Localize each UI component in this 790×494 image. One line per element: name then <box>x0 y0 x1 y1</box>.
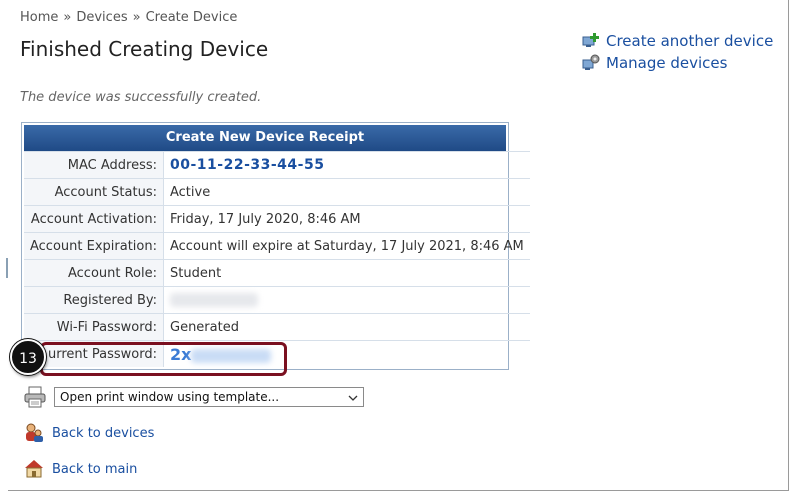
back-to-main-link[interactable]: Back to main <box>52 462 137 477</box>
device-receipt: Create New Device Receipt MAC Address: 0… <box>21 122 530 370</box>
mac-address-value: 00-11-22-33-44-55 <box>170 157 325 173</box>
print-row: Open print window using template... <box>24 386 364 408</box>
password-highlight-box <box>40 342 287 376</box>
back-to-devices-link[interactable]: Back to devices <box>52 426 154 441</box>
table-row: Wi-Fi Password: Generated <box>24 313 530 341</box>
table-row: Account Status: Active <box>24 178 530 206</box>
back-to-devices-row[interactable]: Back to devices <box>24 423 154 443</box>
back-to-main-row[interactable]: Back to main <box>24 459 137 479</box>
account-activation-value: Friday, 17 July 2020, 8:46 AM <box>163 205 530 233</box>
breadcrumb-separator: » <box>63 10 72 25</box>
table-row: Registered By: <box>24 286 530 314</box>
wifi-password-value: Generated <box>163 313 530 341</box>
chevron-down-icon <box>348 390 358 404</box>
breadcrumb-home[interactable]: Home <box>20 10 58 25</box>
window-edge-marker <box>6 258 8 278</box>
add-device-icon <box>582 32 600 50</box>
account-expiration-label: Account Expiration: <box>24 232 164 260</box>
print-template-selected: Open print window using template... <box>60 390 280 404</box>
action-links: Create another device Manage devices <box>582 30 773 74</box>
receipt-table: MAC Address: 00-11-22-33-44-55 Account S… <box>24 151 530 367</box>
table-row: Account Expiration: Account will expire … <box>24 232 530 260</box>
wifi-password-label: Wi-Fi Password: <box>24 313 164 341</box>
step-callout-badge: 13 <box>10 339 46 375</box>
registered-by-redacted <box>170 293 258 307</box>
account-activation-label: Account Activation: <box>24 205 164 233</box>
registered-by-label: Registered By: <box>24 286 164 314</box>
receipt-title: Create New Device Receipt <box>24 125 506 151</box>
mac-address-label: MAC Address: <box>24 151 164 179</box>
table-row: MAC Address: 00-11-22-33-44-55 <box>24 151 530 179</box>
account-role-label: Account Role: <box>24 259 164 287</box>
table-row: Account Activation: Friday, 17 July 2020… <box>24 205 530 233</box>
print-template-select[interactable]: Open print window using template... <box>54 387 364 407</box>
table-row: Account Role: Student <box>24 259 530 287</box>
manage-devices-icon <box>582 54 600 72</box>
account-expiration-value: Account will expire at Saturday, 17 July… <box>163 232 530 260</box>
breadcrumb: Home » Devices » Create Device <box>20 10 237 25</box>
page-title: Finished Creating Device <box>20 37 269 61</box>
manage-devices-row[interactable]: Manage devices <box>582 52 773 74</box>
create-another-device-row[interactable]: Create another device <box>582 30 773 52</box>
users-icon <box>24 423 44 443</box>
account-role-value: Student <box>163 259 530 287</box>
create-another-device-link[interactable]: Create another device <box>606 32 773 50</box>
account-status-label: Account Status: <box>24 178 164 206</box>
breadcrumb-current: Create Device <box>145 10 238 25</box>
breadcrumb-devices[interactable]: Devices <box>76 10 127 25</box>
printer-icon <box>24 386 46 408</box>
manage-devices-link[interactable]: Manage devices <box>606 54 727 72</box>
account-status-value: Active <box>163 178 530 206</box>
success-message: The device was successfully created. <box>20 90 262 105</box>
breadcrumb-separator: » <box>132 10 141 25</box>
home-icon <box>24 459 44 479</box>
